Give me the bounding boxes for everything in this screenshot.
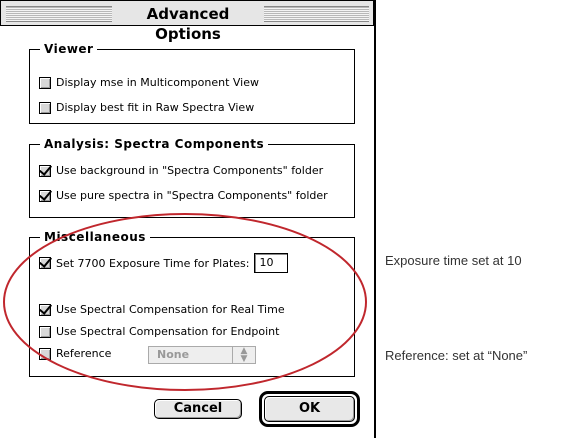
checkbox-box[interactable] (39, 325, 51, 338)
viewer-legend: Viewer (40, 40, 98, 58)
cancel-button[interactable]: Cancel (154, 399, 242, 419)
exposure-annotation: Exposure time set at 10 (385, 253, 522, 268)
analysis-legend: Analysis: Spectra Components (40, 135, 269, 153)
exposure-label: Set 7700 Exposure Time for Plates: (56, 256, 250, 270)
reference-checkbox[interactable]: Reference (39, 347, 111, 360)
checkbox-label: Display best fit in Raw Spectra View (56, 101, 255, 114)
analysis-group: Analysis: Spectra Components (29, 135, 355, 218)
popup-arrows-icon: ▲ ▼ (232, 347, 255, 364)
checkbox-label: Display mse in Multicomponent View (56, 76, 259, 89)
realtime-compensation-checkbox[interactable]: Use Spectral Compensation for Real Time (39, 303, 285, 316)
exposure-checkbox[interactable] (39, 257, 51, 269)
checkbox-box[interactable] (39, 76, 51, 89)
use-background-checkbox[interactable]: Use background in "Spectra Components" f… (39, 164, 323, 177)
checkbox-box[interactable] (39, 189, 51, 202)
checkbox-label: Use Spectral Compensation for Real Time (56, 303, 285, 316)
checkbox-label: Reference (56, 347, 112, 360)
ok-button[interactable]: OK (264, 396, 355, 422)
exposure-time-row: Set 7700 Exposure Time for Plates: 10 (39, 253, 289, 273)
title-bar[interactable]: Advanced Options (0, 0, 374, 43)
title-bar-stripes-right (264, 6, 369, 22)
checkbox-label: Use background in "Spectra Components" f… (56, 164, 324, 177)
checkbox-box[interactable] (39, 164, 51, 177)
advanced-options-dialog: Advanced Options Viewer Display mse in M… (0, 0, 376, 438)
dialog-title: Advanced Options (115, 4, 261, 43)
use-pure-spectra-checkbox[interactable]: Use pure spectra in "Spectra Components"… (39, 189, 328, 202)
checkbox-box[interactable] (39, 347, 51, 360)
endpoint-compensation-checkbox[interactable]: Use Spectral Compensation for Endpoint (39, 325, 279, 338)
reference-popup-menu[interactable]: None ▲ ▼ (148, 346, 256, 364)
title-bar-stripes-left (6, 6, 112, 22)
miscellaneous-legend: Miscellaneous (40, 228, 150, 246)
checkbox-label: Use pure spectra in "Spectra Components"… (56, 189, 328, 202)
checkbox-label: Use Spectral Compensation for Endpoint (56, 325, 280, 338)
reference-popup-value: None (157, 348, 190, 361)
checkbox-box[interactable] (39, 101, 51, 114)
display-best-fit-checkbox[interactable]: Display best fit in Raw Spectra View (39, 101, 254, 114)
exposure-time-input[interactable]: 10 (254, 253, 289, 273)
reference-annotation: Reference: set at “None” (385, 348, 528, 363)
display-mse-checkbox[interactable]: Display mse in Multicomponent View (39, 76, 259, 89)
checkbox-box[interactable] (39, 303, 51, 316)
